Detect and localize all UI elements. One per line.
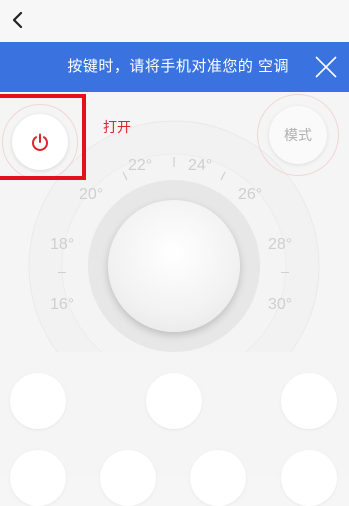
temp-label-26: 26° — [238, 186, 263, 203]
temp-label-20: 20° — [79, 186, 104, 203]
temp-label-24: 24° — [188, 157, 213, 174]
temp-label-18: 18° — [50, 236, 75, 253]
chevron-left-icon — [12, 11, 23, 29]
round-button-left[interactable] — [10, 373, 66, 429]
temp-label-30: 30° — [268, 296, 293, 313]
dial-tick-left — [58, 272, 66, 273]
round-button-bottom-1[interactable] — [10, 450, 66, 506]
top-bar — [0, 0, 349, 42]
mode-button-ring: 模式 — [257, 94, 339, 176]
back-button[interactable] — [6, 6, 30, 34]
ir-hint-banner: 按键时，请将手机对准您的 空调 — [0, 42, 349, 92]
temperature-knob[interactable] — [108, 200, 240, 332]
power-label: 打开 — [103, 119, 131, 135]
close-icon — [315, 56, 337, 78]
round-button-right[interactable] — [281, 373, 337, 429]
temp-label-28: 28° — [268, 236, 293, 253]
temp-label-16: 16° — [50, 296, 75, 313]
round-button-bottom-4[interactable] — [281, 450, 337, 506]
round-button-bottom-3[interactable] — [190, 450, 246, 506]
round-button-bottom-2[interactable] — [100, 450, 156, 506]
dial-tick-right — [281, 272, 289, 273]
banner-text: 按键时，请将手机对准您的 空调 — [67, 58, 289, 75]
mode-button[interactable]: 模式 — [269, 106, 327, 164]
power-highlight-box — [0, 94, 86, 180]
temp-label-22: 22° — [128, 157, 153, 174]
banner-close-button[interactable] — [313, 54, 339, 80]
round-button-center[interactable] — [146, 373, 202, 429]
